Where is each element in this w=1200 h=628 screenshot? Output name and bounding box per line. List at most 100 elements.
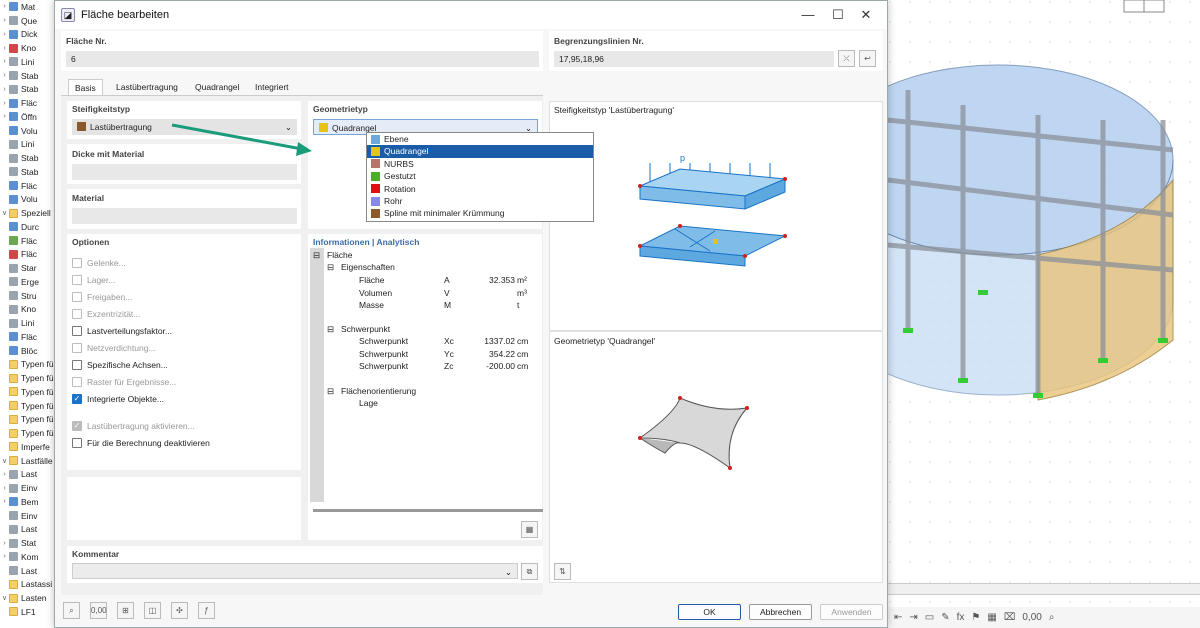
tree-chevron-icon[interactable]: › xyxy=(0,485,9,492)
tree-chevron-icon[interactable]: › xyxy=(0,3,9,10)
tree-chevron-icon[interactable]: › xyxy=(0,471,9,478)
option-checkbox[interactable]: Lager... xyxy=(72,275,115,285)
surface-number-field[interactable]: 6 xyxy=(66,51,539,67)
cancel-button[interactable]: Abbrechen xyxy=(749,604,812,620)
view-tool-icon[interactable]: ▦ xyxy=(987,612,996,623)
view-tool-icon[interactable]: ⚑ xyxy=(971,612,980,623)
dropdown-option[interactable]: Spline mit minimaler Krümmung xyxy=(367,207,593,219)
tree-item[interactable]: › Kom xyxy=(0,550,55,564)
tree-item[interactable]: Einv xyxy=(0,509,55,523)
tree-item[interactable]: Typen fü xyxy=(0,358,55,372)
tree-item[interactable]: Volu xyxy=(0,124,55,138)
view-tool-icon[interactable]: ⇥ xyxy=(909,612,917,623)
tree-item[interactable]: ∨ Lastfälle xyxy=(0,454,55,468)
tree-item[interactable]: Volu xyxy=(0,193,55,207)
tree-item[interactable]: › Stab xyxy=(0,69,55,83)
tree-chevron-icon[interactable]: › xyxy=(0,17,9,24)
function-icon[interactable]: ƒ xyxy=(198,602,215,619)
tree-item[interactable]: › Bem xyxy=(0,495,55,509)
option-checkbox[interactable]: ✓ Integrierte Objekte... xyxy=(72,394,164,404)
checkbox-box[interactable] xyxy=(72,258,82,268)
table-icon[interactable]: ▦ xyxy=(521,521,538,538)
option-checkbox[interactable]: Lastverteilungsfaktor... xyxy=(72,326,172,336)
tab-basis[interactable]: Basis xyxy=(68,79,103,96)
tree-chevron-icon[interactable]: › xyxy=(0,498,9,505)
copy-icon[interactable]: ⧉ xyxy=(521,563,538,580)
tree-item[interactable]: › Einv xyxy=(0,481,55,495)
tree-item[interactable]: › Dick xyxy=(0,28,55,42)
view-tool-icon[interactable]: 0,00 xyxy=(1022,612,1041,623)
units-icon[interactable]: 0,00 xyxy=(90,602,107,619)
tree-chevron-icon[interactable]: ∨ xyxy=(0,209,9,217)
checkbox-box[interactable] xyxy=(72,360,82,370)
checkbox-box[interactable] xyxy=(72,309,82,319)
tree-item[interactable]: Fläc xyxy=(0,234,55,248)
tree-chevron-icon[interactable]: › xyxy=(0,72,9,79)
dropdown-option[interactable]: Ebene xyxy=(367,133,593,145)
model-3d-view[interactable] xyxy=(888,0,1200,628)
tree-item[interactable]: Lini xyxy=(0,316,55,330)
reverse-icon[interactable]: ↩ xyxy=(859,50,876,67)
checkbox-box[interactable]: ✓ xyxy=(72,394,82,404)
info-scrollbar[interactable] xyxy=(313,509,543,512)
tree-item[interactable]: › Que xyxy=(0,14,55,28)
tree-item[interactable]: › Öffn xyxy=(0,110,55,124)
material-field[interactable] xyxy=(72,208,297,224)
tree-item[interactable]: › Lini xyxy=(0,55,55,69)
tree-item[interactable]: › Stat xyxy=(0,536,55,550)
dropdown-option[interactable]: Rotation xyxy=(367,183,593,195)
tree-item[interactable]: Fläc xyxy=(0,248,55,262)
checkbox-box[interactable] xyxy=(72,275,82,285)
view-tool-icon[interactable]: ▭ xyxy=(925,612,934,623)
tree-item[interactable]: Typen fü xyxy=(0,426,55,440)
ok-button[interactable]: OK xyxy=(678,604,741,620)
tree-chevron-icon[interactable]: › xyxy=(0,553,9,560)
checkbox-box[interactable]: ✓ xyxy=(72,421,82,431)
tab-integriert[interactable]: Integriert xyxy=(249,79,295,96)
view-tool-icon[interactable]: ⌧ xyxy=(1004,612,1016,623)
option-checkbox[interactable]: Exzentrizität... xyxy=(72,309,140,319)
tree-chevron-icon[interactable]: › xyxy=(0,58,9,65)
thickness-field[interactable] xyxy=(72,164,297,180)
tree-item[interactable]: Lini xyxy=(0,138,55,152)
stiffness-select[interactable]: Lastübertragung ⌄ xyxy=(72,119,297,135)
checkbox-box[interactable] xyxy=(72,438,82,448)
tree-chevron-icon[interactable]: › xyxy=(0,86,9,93)
tree-item[interactable]: Lastassi xyxy=(0,578,55,592)
tree-item[interactable]: Fläc xyxy=(0,330,55,344)
tree-chevron-icon[interactable]: › xyxy=(0,45,9,52)
model-icon[interactable]: ⊞ xyxy=(117,602,134,619)
tree-item[interactable]: Typen fü xyxy=(0,385,55,399)
checkbox-box[interactable] xyxy=(72,326,82,336)
view-tool-icon[interactable]: ✎ xyxy=(941,612,949,623)
tree-item[interactable]: Blöc xyxy=(0,344,55,358)
tab-quadrangel[interactable]: Quadrangel xyxy=(189,79,245,96)
tab-lastuebertragung[interactable]: Lastübertragung xyxy=(110,79,184,96)
tree-item[interactable]: Stru xyxy=(0,289,55,303)
view-tool-icon[interactable]: ⇤ xyxy=(894,612,902,623)
tree-item[interactable]: Typen fü xyxy=(0,399,55,413)
tree-item[interactable]: › Last xyxy=(0,468,55,482)
tree-chevron-icon[interactable]: ∨ xyxy=(0,457,9,465)
view-tool-icon[interactable]: ⌕ xyxy=(1049,612,1055,623)
option-checkbox[interactable]: Spezifische Achsen... xyxy=(72,360,168,370)
checkbox-box[interactable] xyxy=(72,292,82,302)
tree-chevron-icon[interactable]: ∨ xyxy=(0,594,9,602)
dropdown-option[interactable]: Gestutzt xyxy=(367,170,593,182)
tree-item[interactable]: › Kno xyxy=(0,41,55,55)
tree-chevron-icon[interactable]: › xyxy=(0,31,9,38)
tree-item[interactable]: ∨ Speziell xyxy=(0,206,55,220)
tree-item[interactable]: Kno xyxy=(0,303,55,317)
comment-field[interactable]: ⌄ xyxy=(72,563,518,579)
tree-item[interactable]: LF1 xyxy=(0,605,55,619)
tree-item[interactable]: Stab xyxy=(0,165,55,179)
tree-item[interactable]: Typen fü xyxy=(0,413,55,427)
option-checkbox[interactable]: Freigaben... xyxy=(72,292,132,302)
boundary-lines-field[interactable]: 17,95,18,96 xyxy=(554,51,834,67)
tree-item[interactable]: Last xyxy=(0,523,55,537)
option-checkbox[interactable]: Netzverdichtung... xyxy=(72,343,156,353)
option-checkbox[interactable]: Gelenke... xyxy=(72,258,126,268)
tree-item[interactable]: ∨ Lasten xyxy=(0,591,55,605)
tree-chevron-icon[interactable]: › xyxy=(0,113,9,120)
checkbox-box[interactable] xyxy=(72,343,82,353)
